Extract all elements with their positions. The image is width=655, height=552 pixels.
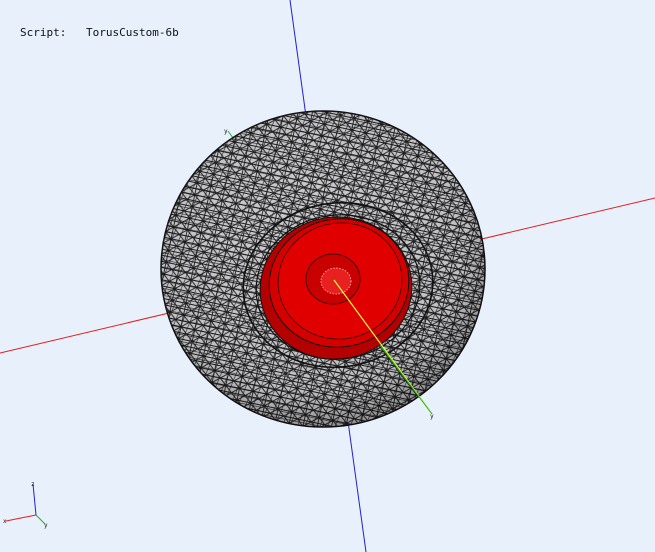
triad-z-label: z <box>31 481 35 488</box>
scene-canvas[interactable]: y y z x y <box>0 0 655 552</box>
y-axis-end-label-top: y <box>224 128 228 135</box>
y-axis-end-label-bottom: y <box>430 413 434 420</box>
triad-x-label: x <box>3 518 7 525</box>
axis-triad: z x y <box>3 481 48 529</box>
triad-y-label: y <box>44 522 48 529</box>
3d-viewport[interactable]: Script: TorusCustom-6b y y z x y <box>0 0 655 552</box>
